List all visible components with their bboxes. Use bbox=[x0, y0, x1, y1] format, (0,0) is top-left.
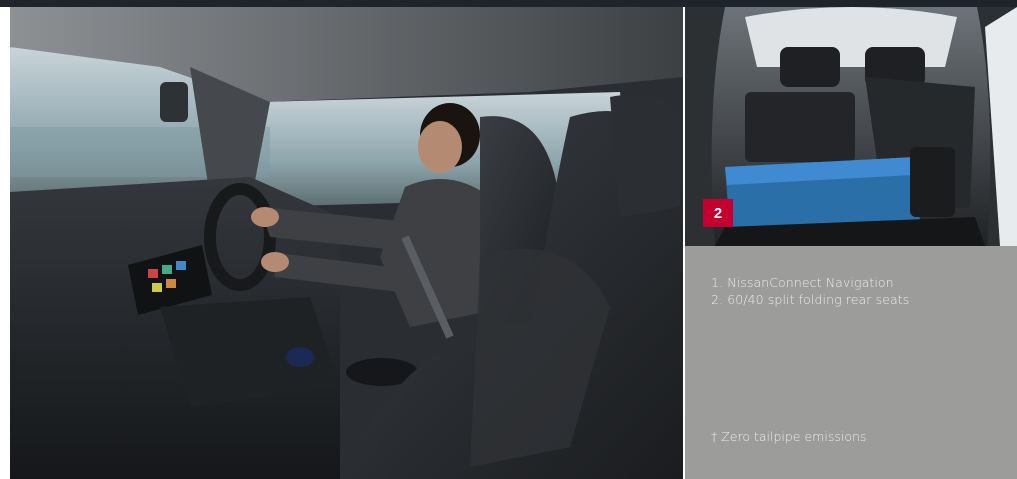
caption-panel: 1. NissanConnect Navigation 2. 60/40 spl… bbox=[685, 246, 1017, 479]
top-bar bbox=[0, 0, 1017, 7]
car-interior-photo bbox=[10, 7, 683, 479]
caption-list: 1. NissanConnect Navigation 2. 60/40 spl… bbox=[711, 274, 909, 308]
caption-item: 1. NissanConnect Navigation bbox=[711, 275, 894, 290]
image-number-badge: 2 bbox=[703, 199, 733, 227]
badge-number: 2 bbox=[713, 204, 723, 222]
car-boot-photo bbox=[685, 7, 1017, 246]
caption-item: 2. 60/40 split folding rear seats bbox=[711, 292, 910, 307]
footnote: † Zero tailpipe emissions bbox=[711, 429, 867, 444]
